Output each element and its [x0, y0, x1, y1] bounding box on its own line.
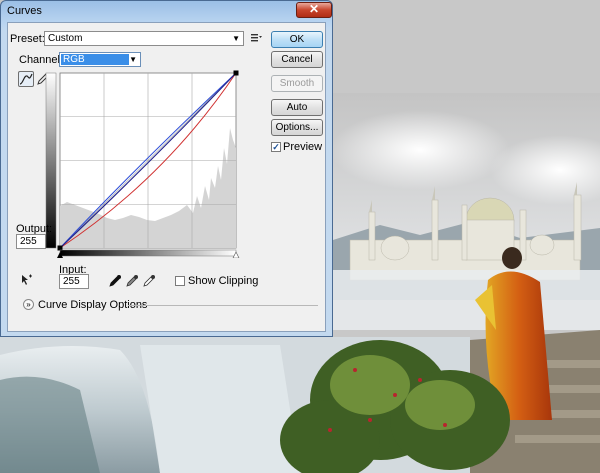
expand-chevron-icon[interactable]: » — [23, 299, 34, 310]
show-clipping-checkbox[interactable] — [175, 276, 185, 286]
options-button[interactable]: Options... — [271, 119, 323, 136]
preset-label: Preset: — [10, 33, 45, 45]
dialog-body: Preset: Custom ▼ OK Cancel Smooth Auto O… — [7, 22, 326, 332]
on-image-adjust-icon[interactable] — [18, 273, 34, 287]
curves-dialog: Curves ✕ Preset: Custom ▼ OK Cancel Smoo… — [0, 0, 333, 337]
white-eyedropper-icon[interactable] — [142, 274, 156, 288]
preview-checkbox[interactable]: ✓ — [271, 142, 281, 152]
title-bar[interactable]: Curves ✕ — [1, 1, 332, 21]
black-eyedropper-icon[interactable] — [108, 274, 122, 288]
window-title: Curves — [7, 5, 42, 17]
preset-dropdown[interactable]: Custom ▼ — [44, 31, 244, 46]
smooth-button[interactable]: Smooth — [271, 75, 323, 92]
channel-value: RGB — [61, 54, 129, 65]
cancel-button[interactable]: Cancel — [271, 51, 323, 68]
chevron-down-icon: ▼ — [232, 34, 240, 43]
preset-value: Custom — [48, 33, 83, 44]
show-clipping-label: Show Clipping — [188, 275, 259, 287]
ok-button[interactable]: OK — [271, 31, 323, 48]
preset-menu-icon[interactable] — [250, 32, 262, 44]
output-field[interactable]: 255 — [16, 234, 46, 249]
preview-label: Preview — [283, 141, 323, 153]
input-gradient-bar — [59, 249, 237, 257]
chevron-down-icon: ▼ — [129, 55, 137, 64]
auto-button[interactable]: Auto — [271, 99, 323, 116]
curve-tool-icon — [19, 73, 33, 85]
gray-eyedropper-icon[interactable] — [125, 274, 139, 288]
channel-dropdown[interactable]: RGB ▼ — [59, 52, 141, 67]
curve-point-tool[interactable] — [18, 71, 34, 87]
white-point-handle[interactable] — [233, 70, 239, 76]
channel-label: Channel: — [19, 54, 64, 66]
divider — [128, 305, 318, 306]
input-field[interactable]: 255 — [59, 274, 89, 289]
close-button[interactable]: ✕ — [296, 2, 332, 18]
output-gradient-bar — [45, 72, 57, 249]
curves-graph[interactable] — [45, 68, 245, 258]
